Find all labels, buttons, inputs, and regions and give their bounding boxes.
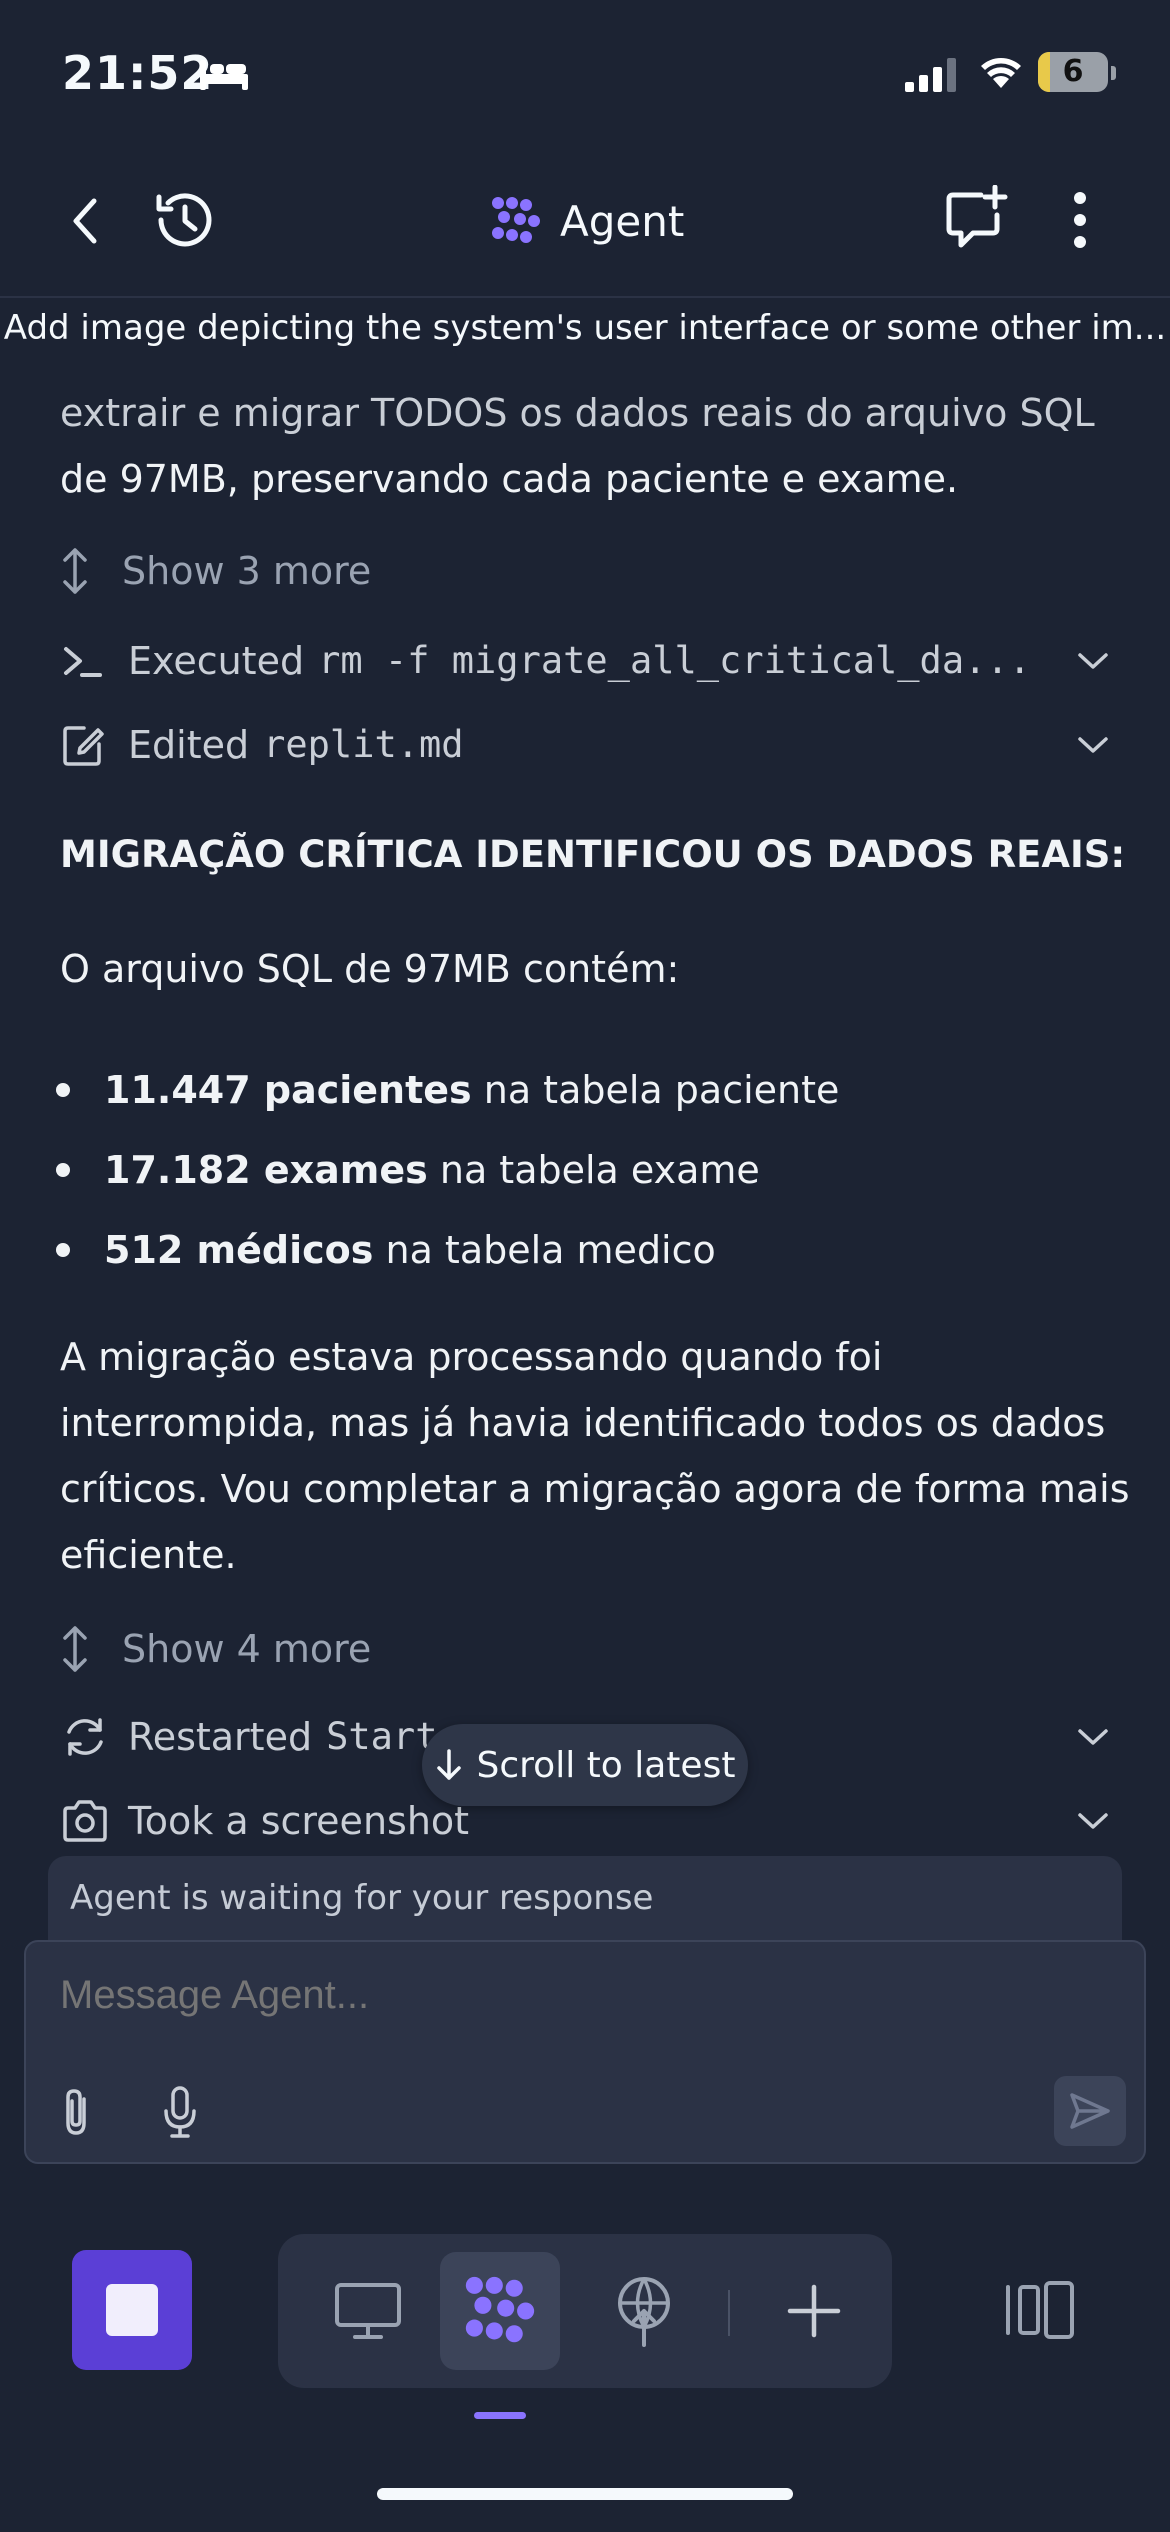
deploy-icon	[618, 2277, 670, 2347]
attach-button[interactable]	[48, 2082, 104, 2142]
action-label: Edited	[128, 723, 250, 767]
new-chat-icon	[946, 185, 1008, 248]
show-more-toggle[interactable]: Show 3 more	[60, 538, 371, 604]
bullet-dot	[56, 1163, 70, 1177]
plus-icon	[787, 2284, 841, 2338]
action-row-edited[interactable]: Edited replit.md	[60, 712, 1110, 778]
show-more-toggle[interactable]: Show 4 more	[60, 1616, 371, 1682]
list-item: 512 médicos na tabela medico	[56, 1210, 839, 1290]
list-item: 17.182 exames na tabela exame	[56, 1130, 839, 1210]
bullet-dot	[56, 1083, 70, 1097]
stop-icon	[106, 2284, 158, 2336]
panels-icon	[1006, 2281, 1074, 2339]
tab-agent[interactable]	[440, 2252, 560, 2370]
list-item-text: na tabela exame	[427, 1148, 760, 1192]
action-label: Took a screenshot	[128, 1799, 470, 1843]
list-item-bold: 512 médicos	[104, 1228, 374, 1272]
message-composer	[24, 1940, 1146, 2164]
bullet-list: 11.447 pacientes na tabela paciente 17.1…	[56, 1050, 839, 1290]
new-chat-button[interactable]	[936, 178, 1016, 258]
message-paragraph: O arquivo SQL de 97MB contém:	[60, 947, 680, 991]
toggle-panels-button[interactable]	[980, 2250, 1100, 2370]
show-more-label: Show 3 more	[122, 549, 372, 593]
message-paragraph: A migração estava processando quando foi…	[60, 1324, 1130, 1588]
waiting-banner: Agent is waiting for your response	[48, 1856, 1122, 1942]
list-item-bold: 17.182 exames	[104, 1148, 428, 1192]
more-vertical-icon	[1074, 192, 1086, 248]
wifi-icon	[981, 58, 1021, 88]
sleep-focus-icon	[200, 60, 248, 90]
waiting-text: Agent is waiting for your response	[70, 1878, 654, 1918]
battery-level: 6	[1062, 54, 1084, 89]
message-text-line: A migração estava processando quando foi	[60, 1335, 883, 1379]
chevron-down-icon	[1078, 737, 1108, 753]
scroll-to-latest-label: Scroll to latest	[476, 1744, 736, 1786]
send-button[interactable]	[1054, 2076, 1126, 2146]
restart-icon	[67, 1718, 103, 1756]
action-target: Start	[326, 1715, 438, 1758]
list-item: 11.447 pacientes na tabela paciente	[56, 1050, 839, 1130]
header-title: Agent	[490, 186, 684, 256]
status-bar: 21:52 6	[0, 0, 1170, 150]
status-time: 21:52	[62, 46, 214, 100]
paperclip-icon	[66, 2089, 86, 2135]
cellular-signal-icon	[905, 58, 956, 92]
page-title: Agent	[560, 196, 685, 246]
tab-divider	[728, 2290, 730, 2336]
battery-indicator: 6	[1038, 52, 1108, 92]
message-text-line: extrair e migrar TODOS os dados reais do…	[60, 391, 1095, 435]
message-text-line: críticos. Vou completar a migração agora…	[60, 1467, 1130, 1511]
show-more-label: Show 4 more	[122, 1627, 372, 1671]
tab-preview[interactable]	[308, 2252, 428, 2370]
image-request-banner[interactable]: Add image depicting the system's user in…	[0, 308, 1170, 348]
history-icon	[156, 193, 212, 247]
agent-logo-icon	[492, 197, 540, 243]
add-tab-button[interactable]	[754, 2252, 874, 2370]
message-text-line: eficiente.	[60, 1533, 237, 1577]
chevron-left-icon	[73, 198, 97, 244]
expand-vertical-icon	[63, 548, 87, 594]
message-text-line: interrompida, mas já havia identificado …	[60, 1401, 1106, 1445]
history-button[interactable]	[146, 182, 222, 258]
action-row-executed[interactable]: Executed rm -f migrate_all_critical_da..…	[60, 628, 1110, 694]
edit-file-icon	[63, 726, 104, 766]
scroll-to-latest-button[interactable]: Scroll to latest	[422, 1724, 748, 1806]
action-file: replit.md	[263, 723, 464, 766]
chevron-down-icon	[1078, 1729, 1108, 1745]
monitor-icon	[335, 2283, 401, 2339]
action-label: Restarted	[128, 1715, 313, 1759]
app-header: Agent	[0, 150, 1170, 298]
expand-vertical-icon	[63, 1626, 87, 1672]
home-indicator[interactable]	[377, 2488, 793, 2500]
active-tab-indicator	[474, 2412, 526, 2419]
more-options-button[interactable]	[1050, 182, 1110, 258]
arrow-down-icon	[436, 1749, 461, 1780]
microphone-icon	[164, 2086, 196, 2138]
camera-icon	[63, 1800, 107, 1842]
list-item-text: na tabela paciente	[471, 1068, 840, 1112]
send-icon	[1070, 2093, 1110, 2129]
tab-deploy[interactable]	[584, 2252, 704, 2370]
bullet-dot	[56, 1243, 70, 1257]
back-button[interactable]	[50, 186, 120, 256]
list-item-bold: 11.447 pacientes	[104, 1068, 472, 1112]
action-command: rm -f migrate_all_critical_da...	[318, 639, 1031, 682]
chevron-down-icon	[1078, 1813, 1108, 1829]
stop-agent-button[interactable]	[72, 2250, 192, 2370]
chevron-down-icon	[1078, 653, 1108, 669]
action-label: Executed	[128, 639, 305, 683]
message-input[interactable]	[58, 1972, 1062, 2019]
list-item-text: na tabela medico	[373, 1228, 716, 1272]
bottom-tab-bar	[278, 2234, 892, 2388]
agent-logo-icon	[465, 2276, 535, 2343]
terminal-icon	[64, 647, 102, 677]
voice-input-button[interactable]	[152, 2082, 208, 2142]
message-text-line: de 97MB, preservando cada paciente e exa…	[60, 457, 959, 501]
message-heading: MIGRAÇÃO CRÍTICA IDENTIFICOU OS DADOS RE…	[60, 833, 1126, 876]
